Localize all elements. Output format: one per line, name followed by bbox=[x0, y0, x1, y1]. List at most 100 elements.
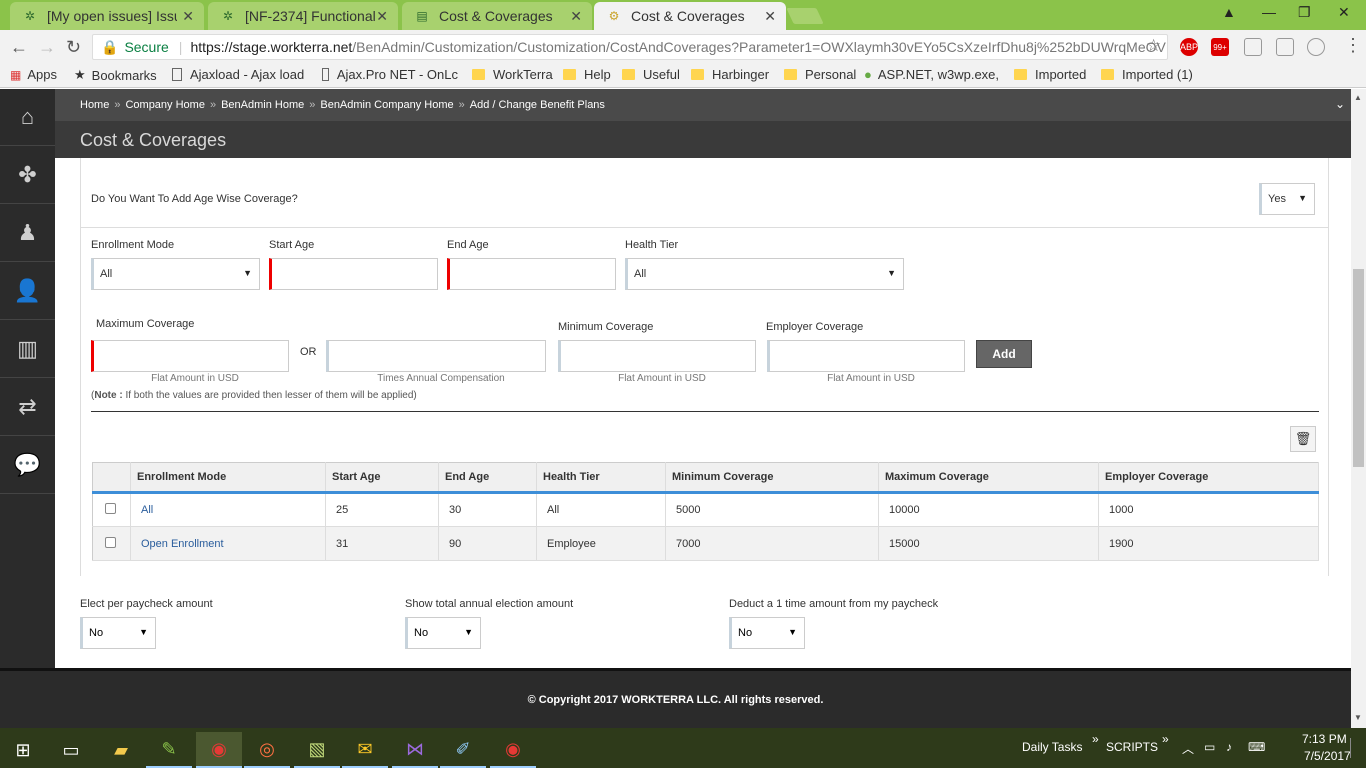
tab-cost-coverages-1[interactable]: ▤ Cost & Coverages ✕ bbox=[402, 2, 592, 30]
bookmark-bookmarks[interactable]: ★ Bookmarks bbox=[74, 67, 157, 83]
col-maximum-coverage[interactable]: Maximum Coverage bbox=[878, 462, 1099, 494]
camera-icon[interactable] bbox=[1307, 38, 1325, 56]
page-scrollbar[interactable]: ▲ ▼ bbox=[1351, 89, 1366, 728]
bookmark-imported-1[interactable]: Imported (1) bbox=[1101, 67, 1193, 82]
url-bar[interactable]: 🔒 Secure | https://stage.workterra.net /… bbox=[92, 34, 1168, 60]
deduct-one-time-select[interactable]: No ▼ bbox=[729, 617, 805, 649]
user-icon[interactable]: 👤 bbox=[0, 263, 55, 320]
network-icon[interactable]: ▭ bbox=[1204, 740, 1215, 754]
firefox-icon[interactable]: ◎ bbox=[244, 732, 290, 768]
chevron-icon[interactable]: » bbox=[1162, 732, 1169, 746]
tab-cost-coverages-active[interactable]: ⚙ Cost & Coverages ✕ bbox=[594, 2, 786, 30]
bookmark-ajaxload[interactable]: Ajaxload - Ajax load bbox=[172, 67, 307, 82]
close-icon[interactable]: ✕ bbox=[376, 8, 388, 25]
max-coverage-flat-input[interactable] bbox=[91, 340, 289, 372]
bookmark-help[interactable]: Help bbox=[563, 67, 611, 82]
col-enrollment-mode[interactable]: Enrollment Mode bbox=[130, 462, 326, 494]
chrome-icon[interactable]: ◉ bbox=[196, 732, 242, 768]
row-checkbox[interactable] bbox=[105, 503, 116, 514]
breadcrumb-benadmin-home[interactable]: BenAdmin Home bbox=[221, 99, 304, 111]
star-icon[interactable]: ☆ bbox=[1146, 36, 1161, 56]
bookmark-useful[interactable]: Useful bbox=[622, 67, 680, 82]
profile-icon[interactable]: ▲ bbox=[1222, 4, 1236, 20]
volume-icon[interactable]: ♪ bbox=[1226, 740, 1232, 754]
breadcrumb-company-home[interactable]: Company Home bbox=[125, 99, 204, 111]
close-icon[interactable]: ✕ bbox=[570, 8, 582, 25]
bookmark-imported[interactable]: Imported bbox=[1014, 67, 1086, 82]
notes-icon[interactable]: ▧ bbox=[294, 732, 340, 768]
bookmark-apps[interactable]: ▦ Apps bbox=[10, 67, 57, 82]
elect-paycheck-select[interactable]: No ▼ bbox=[80, 617, 156, 649]
breadcrumb-benadmin-company-home[interactable]: BenAdmin Company Home bbox=[320, 99, 453, 111]
end-age-input[interactable] bbox=[447, 258, 616, 290]
breadcrumb-home[interactable]: Home bbox=[80, 99, 109, 111]
transfer-icon[interactable]: ⇄ bbox=[0, 379, 55, 436]
file-explorer-icon[interactable]: ▰ bbox=[98, 732, 144, 768]
clock-date[interactable]: 7/5/2017 bbox=[1304, 749, 1351, 763]
daily-tasks-toolbar[interactable]: Daily Tasks bbox=[1022, 740, 1082, 754]
notepad-icon[interactable]: ✎ bbox=[146, 732, 192, 768]
scrollbar-thumb[interactable] bbox=[1353, 269, 1364, 467]
scroll-down-icon[interactable]: ▼ bbox=[1354, 713, 1362, 722]
bookmark-workterra[interactable]: WorkTerra bbox=[472, 67, 553, 82]
employer-coverage-input[interactable] bbox=[767, 340, 965, 372]
breadcrumb-add-change-plans[interactable]: Add / Change Benefit Plans bbox=[470, 99, 605, 111]
col-employer-coverage[interactable]: Employer Coverage bbox=[1098, 462, 1319, 494]
col-health-tier[interactable]: Health Tier bbox=[536, 462, 666, 494]
add-button[interactable]: Add bbox=[976, 340, 1032, 368]
bookmark-aspnet[interactable]: ● ASP.NET, w3wp.exe, bbox=[864, 67, 1000, 82]
minimize-button[interactable]: — bbox=[1262, 4, 1276, 20]
chrome-icon[interactable]: ◉ bbox=[490, 732, 536, 768]
scripts-toolbar[interactable]: SCRIPTS bbox=[1106, 740, 1158, 754]
max-coverage-times-input[interactable] bbox=[326, 340, 546, 372]
pdf-icon[interactable] bbox=[1276, 38, 1294, 56]
bookmark-personal[interactable]: Personal bbox=[784, 67, 856, 82]
extension-icon[interactable] bbox=[1244, 38, 1262, 56]
tab-nf-2374[interactable]: ✲ [NF-2374] Functional - ✕ bbox=[208, 2, 398, 30]
maximize-button[interactable]: ❐ bbox=[1298, 4, 1311, 21]
row-checkbox[interactable] bbox=[105, 536, 116, 548]
enrollment-mode-link[interactable]: All bbox=[130, 492, 326, 527]
col-minimum-coverage[interactable]: Minimum Coverage bbox=[665, 462, 879, 494]
badge-icon[interactable]: 99+ bbox=[1211, 38, 1229, 56]
show-desktop-button[interactable] bbox=[1350, 738, 1351, 758]
show-annual-select[interactable]: No ▼ bbox=[405, 617, 481, 649]
mail-icon[interactable]: ✉ bbox=[342, 732, 388, 768]
close-icon[interactable]: ✕ bbox=[182, 8, 194, 25]
visual-studio-icon[interactable]: ⋈ bbox=[392, 732, 438, 768]
age-wise-select[interactable]: Yes ▼ bbox=[1259, 183, 1315, 215]
health-tier-select[interactable]: All ▼ bbox=[625, 258, 904, 290]
close-icon[interactable]: ✕ bbox=[764, 8, 776, 25]
user-star-icon[interactable]: ♟ bbox=[0, 205, 55, 262]
clock-time[interactable]: 7:13 PM bbox=[1302, 732, 1347, 746]
adblock-icon[interactable]: ABP bbox=[1180, 38, 1198, 56]
tab-my-open-issues[interactable]: ✲ [My open issues] Issue ✕ bbox=[10, 2, 204, 30]
trash-icon[interactable]: 🗑 bbox=[1290, 426, 1316, 452]
new-tab-button[interactable] bbox=[786, 8, 824, 24]
enrollment-mode-link[interactable]: Open Enrollment bbox=[130, 526, 326, 561]
start-age-input[interactable] bbox=[269, 258, 438, 290]
menu-icon[interactable]: ⋮ bbox=[1344, 35, 1362, 56]
windows-start-icon[interactable]: ⊞ bbox=[0, 732, 46, 768]
min-coverage-input[interactable] bbox=[558, 340, 756, 372]
home-icon[interactable]: ⌂ bbox=[0, 89, 55, 146]
back-icon[interactable]: ← bbox=[10, 37, 28, 58]
bookmark-ajaxpro[interactable]: Ajax.Pro NET - OnLc bbox=[322, 67, 458, 82]
scroll-up-icon[interactable]: ▲ bbox=[1354, 93, 1362, 102]
reload-icon[interactable]: ↻ bbox=[66, 37, 81, 58]
chat-icon[interactable]: 💬 bbox=[0, 437, 55, 494]
paint-icon[interactable]: ✐ bbox=[440, 732, 486, 768]
puzzle-icon[interactable]: ✤ bbox=[0, 147, 55, 204]
bar-chart-icon[interactable]: ▥ bbox=[0, 321, 55, 378]
col-end-age[interactable]: End Age bbox=[438, 462, 537, 494]
keyboard-icon[interactable]: ⌨ bbox=[1248, 740, 1265, 754]
col-start-age[interactable]: Start Age bbox=[325, 462, 439, 494]
forward-icon[interactable]: → bbox=[38, 37, 56, 58]
chevron-down-icon[interactable]: ⌄ bbox=[1335, 97, 1345, 111]
close-window-button[interactable]: ✕ bbox=[1338, 4, 1350, 21]
bookmark-harbinger[interactable]: Harbinger bbox=[691, 67, 769, 82]
enrollment-mode-select[interactable]: All ▼ bbox=[91, 258, 260, 290]
task-view-icon[interactable]: ▭ bbox=[48, 732, 94, 768]
tray-expand-icon[interactable]: ︿ bbox=[1182, 740, 1194, 757]
chevron-icon[interactable]: » bbox=[1092, 732, 1099, 746]
